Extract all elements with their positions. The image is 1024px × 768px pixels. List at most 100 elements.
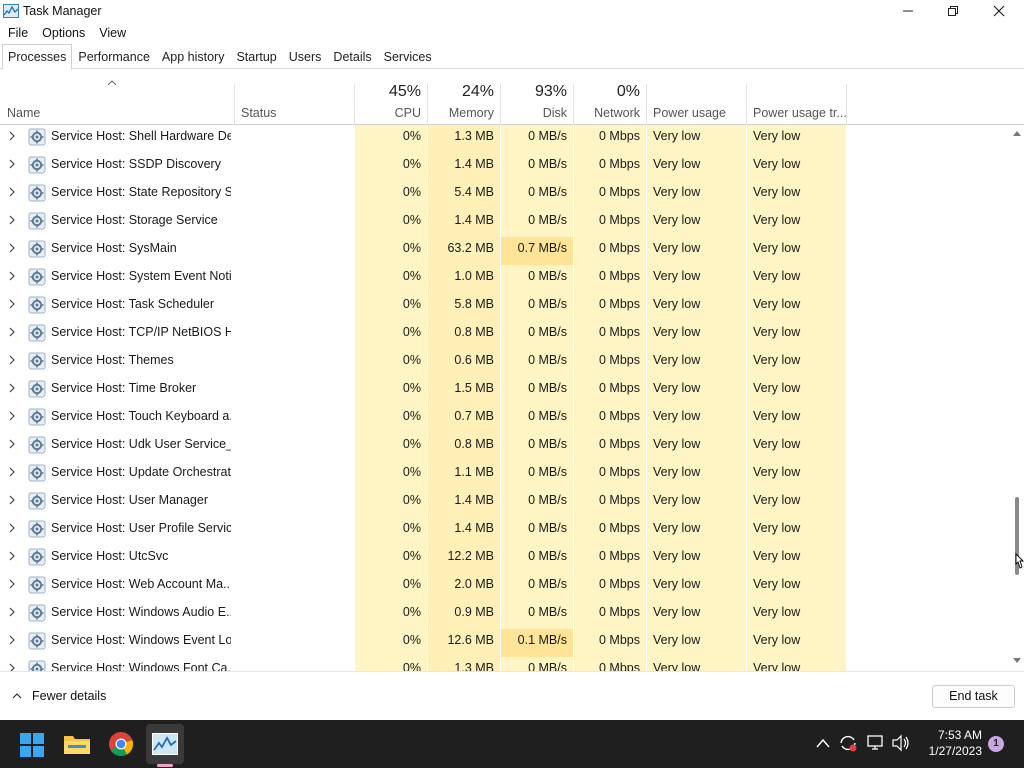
column-status[interactable]: Status <box>235 70 355 125</box>
process-cpu: 0% <box>355 461 427 489</box>
table-row[interactable]: Service Host: Themes 0% 0.6 MB 0 MB/s 0 Mbps… <box>0 349 1010 377</box>
process-cpu: 0% <box>355 237 427 265</box>
notification-badge[interactable]: 1 <box>988 736 1004 752</box>
table-row[interactable]: Service Host: Web Account Ma... 0% 2.0 MB 0… <box>0 573 1010 601</box>
column-power-trend[interactable]: Power usage tr... <box>747 70 847 125</box>
tab-startup[interactable]: Startup <box>230 44 282 68</box>
chevron-right-icon[interactable] <box>8 410 20 424</box>
chevron-right-icon[interactable] <box>8 326 20 340</box>
table-row[interactable]: Service Host: Shell Hardware De... 0% 1.3 … <box>0 125 1010 153</box>
process-network: 0 Mbps <box>574 153 646 181</box>
process-name: Service Host: Themes <box>51 353 174 367</box>
chevron-right-icon[interactable] <box>8 634 20 648</box>
process-memory: 12.2 MB <box>428 545 500 573</box>
process-disk: 0 MB/s <box>501 545 573 573</box>
vertical-scrollbar[interactable] <box>1010 125 1024 671</box>
table-row[interactable]: Service Host: Task Scheduler 0% 5.8 MB 0 MB… <box>0 293 1010 321</box>
chevron-right-icon[interactable] <box>8 158 20 172</box>
column-memory[interactable]: 24% Memory <box>428 70 500 125</box>
scroll-up-icon[interactable] <box>1012 129 1022 137</box>
process-network: 0 Mbps <box>574 265 646 293</box>
chevron-right-icon[interactable] <box>8 242 20 256</box>
network-icon[interactable] <box>866 734 886 752</box>
chevron-right-icon[interactable] <box>8 550 20 564</box>
table-row[interactable]: Service Host: Windows Font Ca... 0% 1.3 MB… <box>0 657 1010 671</box>
taskbar-clock[interactable]: 7:53 AM 1/27/2023 <box>918 727 982 759</box>
chevron-right-icon[interactable] <box>8 298 20 312</box>
table-row[interactable]: Service Host: TCP/IP NetBIOS H... 0% 0.8 M… <box>0 321 1010 349</box>
file-explorer-icon[interactable] <box>63 732 91 756</box>
tab-app-history[interactable]: App history <box>156 44 231 68</box>
process-cpu: 0% <box>355 489 427 517</box>
column-divider[interactable] <box>846 84 847 125</box>
chevron-right-icon[interactable] <box>8 130 20 144</box>
menu-view[interactable]: View <box>92 24 133 42</box>
chevron-right-icon[interactable] <box>8 214 20 228</box>
column-power[interactable]: Power usage <box>647 70 746 125</box>
chevron-right-icon[interactable] <box>8 466 20 480</box>
table-row[interactable]: Service Host: Touch Keyboard a... 0% 0.7 M… <box>0 405 1010 433</box>
column-cpu[interactable]: 45% CPU <box>355 70 427 125</box>
gear-service-icon <box>28 660 46 671</box>
table-row[interactable]: Service Host: SysMain 0% 63.2 MB 0.7 MB/s 0 … <box>0 237 1010 265</box>
chevron-right-icon[interactable] <box>8 662 20 671</box>
tab-performance[interactable]: Performance <box>72 44 156 68</box>
chevron-right-icon[interactable] <box>8 354 20 368</box>
restore-button[interactable] <box>930 0 976 22</box>
tab-services[interactable]: Services <box>378 44 438 68</box>
process-name: Service Host: Udk User Service_7... <box>51 437 231 451</box>
close-button[interactable] <box>976 0 1022 22</box>
end-task-button[interactable]: End task <box>932 685 1015 708</box>
process-power: Very low <box>647 125 746 153</box>
menu-file[interactable]: File <box>0 24 35 42</box>
chevron-right-icon[interactable] <box>8 606 20 620</box>
chrome-icon[interactable] <box>108 731 134 757</box>
table-row[interactable]: Service Host: Udk User Service_7... 0% 0.8… <box>0 433 1010 461</box>
column-disk-label: Disk <box>542 106 567 120</box>
tab-users[interactable]: Users <box>283 44 328 68</box>
table-row[interactable]: Service Host: User Profile Service 0% 1.4 … <box>0 517 1010 545</box>
table-row[interactable]: Service Host: System Event Noti... 0% 1.0 … <box>0 265 1010 293</box>
volume-icon[interactable] <box>891 734 911 752</box>
minimize-button[interactable] <box>885 0 931 22</box>
table-row[interactable]: Service Host: State Repository S... 0% 5.4… <box>0 181 1010 209</box>
process-power: Very low <box>647 237 746 265</box>
table-row[interactable]: Service Host: Windows Event Log 0% 12.6 MB… <box>0 629 1010 657</box>
process-power: Very low <box>647 405 746 433</box>
tab-processes[interactable]: Processes <box>2 44 73 70</box>
process-name: Service Host: Task Scheduler <box>51 297 215 311</box>
table-row[interactable]: Service Host: Windows Audio E... 0% 0.9 MB… <box>0 601 1010 629</box>
table-row[interactable]: Service Host: User Manager 0% 1.4 MB 0 MB/s… <box>0 489 1010 517</box>
process-memory: 0.9 MB <box>428 601 500 629</box>
fewer-details-toggle[interactable]: Fewer details <box>12 689 106 703</box>
table-row[interactable]: Service Host: SSDP Discovery 0% 1.4 MB 0 MB… <box>0 153 1010 181</box>
table-row[interactable]: Service Host: Time Broker 0% 1.5 MB 0 MB/s 0… <box>0 377 1010 405</box>
process-cpu: 0% <box>355 377 427 405</box>
process-power-trend: Very low <box>747 545 846 573</box>
process-name: Service Host: Shell Hardware De... <box>51 129 231 143</box>
chevron-right-icon[interactable] <box>8 578 20 592</box>
chevron-right-icon[interactable] <box>8 270 20 284</box>
table-row[interactable]: Service Host: UtcSvc 0% 12.2 MB 0 MB/s 0 Mbp… <box>0 545 1010 573</box>
scroll-down-icon[interactable] <box>1012 657 1022 665</box>
clock-date: 1/27/2023 <box>928 744 982 758</box>
chevron-right-icon[interactable] <box>8 438 20 452</box>
sync-icon[interactable] <box>838 734 858 752</box>
process-power: Very low <box>647 293 746 321</box>
windows-start-icon[interactable] <box>19 732 45 758</box>
column-name[interactable]: Name <box>0 70 234 125</box>
table-row[interactable]: Service Host: Update Orchestrat... 0% 1.1 … <box>0 461 1010 489</box>
footer-bar: Fewer details End task <box>0 671 1024 720</box>
task-manager-taskbar-icon[interactable] <box>152 733 178 755</box>
chevron-right-icon[interactable] <box>8 494 20 508</box>
tab-details[interactable]: Details <box>327 44 377 68</box>
chevron-right-icon[interactable] <box>8 186 20 200</box>
column-network[interactable]: 0% Network <box>574 70 646 125</box>
menu-options[interactable]: Options <box>35 24 92 42</box>
table-row[interactable]: Service Host: Storage Service 0% 1.4 MB 0 M… <box>0 209 1010 237</box>
column-disk[interactable]: 93% Disk <box>501 70 573 125</box>
gear-service-icon <box>28 156 46 174</box>
chevron-right-icon[interactable] <box>8 382 20 396</box>
chevron-right-icon[interactable] <box>8 522 20 536</box>
tray-overflow-icon[interactable] <box>816 738 830 748</box>
